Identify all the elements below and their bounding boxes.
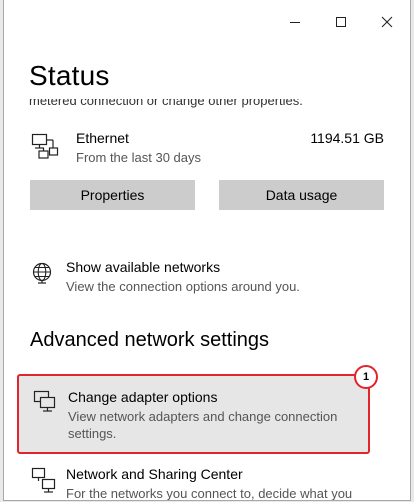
partial-description: metered connection or change other prope… bbox=[29, 93, 303, 108]
ethernet-name: Ethernet bbox=[76, 130, 129, 146]
maximize-icon bbox=[336, 17, 346, 27]
network-sharing-icon bbox=[31, 467, 56, 493]
minimize-icon bbox=[290, 22, 300, 23]
network-adapter-icon bbox=[33, 390, 56, 412]
minimize-button[interactable] bbox=[272, 0, 318, 44]
change-adapter-title: Change adapter options bbox=[68, 389, 218, 405]
properties-button[interactable]: Properties bbox=[30, 180, 195, 210]
network-sharing-subtitle: For the networks you connect to, decide … bbox=[66, 486, 353, 501]
change-adapter-options-link[interactable]: Change adapter options View network adap… bbox=[17, 374, 370, 454]
close-button[interactable] bbox=[364, 0, 410, 44]
close-icon bbox=[381, 16, 393, 28]
page-title: Status bbox=[29, 60, 110, 91]
title-bar bbox=[4, 0, 410, 44]
advanced-settings-heading: Advanced network settings bbox=[30, 329, 270, 351]
change-adapter-subtitle-line1: View network adapters and change connect… bbox=[68, 409, 338, 424]
annotation-badge: 1 bbox=[354, 365, 378, 389]
globe-icon bbox=[32, 262, 52, 284]
network-sharing-title: Network and Sharing Center bbox=[66, 466, 243, 482]
ethernet-usage: 1194.51 GB bbox=[310, 130, 384, 146]
maximize-button[interactable] bbox=[318, 0, 364, 44]
ethernet-period: From the last 30 days bbox=[76, 150, 201, 165]
data-usage-button[interactable]: Data usage bbox=[219, 180, 384, 210]
show-networks-title: Show available networks bbox=[66, 259, 221, 275]
show-networks-subtitle: View the connection options around you. bbox=[66, 279, 300, 294]
change-adapter-subtitle-line2: settings. bbox=[68, 426, 117, 441]
settings-window: Status metered connection or change othe… bbox=[3, 0, 411, 501]
ethernet-pc-icon bbox=[31, 133, 59, 159]
